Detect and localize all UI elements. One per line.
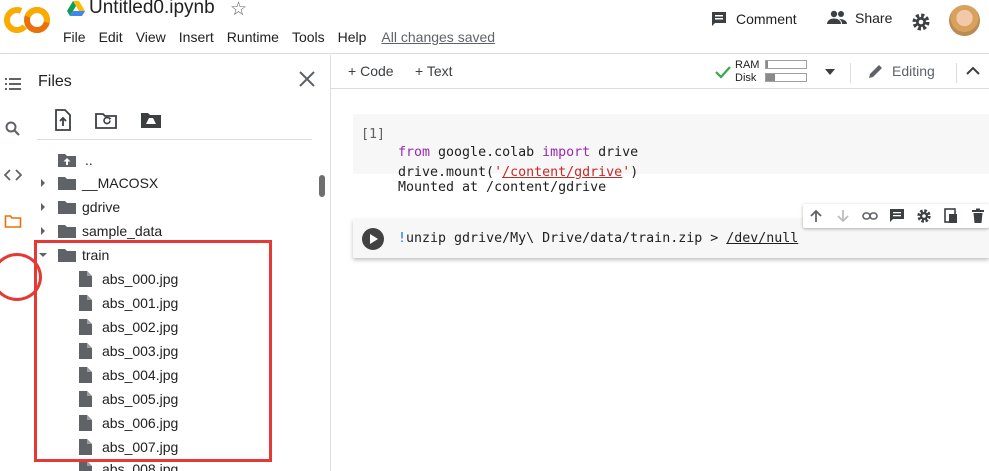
- execution-count: [1]: [361, 127, 386, 142]
- code-snippets-icon[interactable]: [4, 166, 22, 184]
- add-text-button[interactable]: + Text: [415, 63, 453, 79]
- file-name: abs_008.jpg: [102, 461, 179, 471]
- mirror-cell-icon[interactable]: [943, 208, 959, 224]
- menu-file[interactable]: File: [63, 29, 86, 45]
- share-label: Share: [855, 10, 893, 26]
- arrow-down-icon[interactable]: [835, 208, 851, 224]
- google-drive-icon: [67, 1, 85, 16]
- folder-icon[interactable]: [4, 212, 22, 230]
- tree-item-label: __MACOSX: [82, 175, 159, 191]
- menu-insert[interactable]: Insert: [179, 29, 214, 45]
- side-rail: [0, 55, 42, 471]
- colab-logo[interactable]: [4, 6, 50, 34]
- disk-meter: [765, 73, 807, 82]
- app-header: Untitled0.ipynb ☆ File Edit View Insert …: [0, 0, 989, 54]
- cell-output: Mounted at /content/gdrive: [398, 180, 607, 195]
- ram-meter: [765, 60, 807, 69]
- chevron-right-icon[interactable]: [38, 178, 48, 188]
- comment-icon[interactable]: [889, 208, 905, 224]
- plus-icon: +: [348, 63, 361, 79]
- code-shell-bang: !: [398, 231, 407, 246]
- close-icon[interactable]: [297, 69, 317, 89]
- share-button[interactable]: Share: [827, 10, 892, 26]
- checkmark-icon: [715, 66, 731, 79]
- tree-item-gdrive[interactable]: gdrive: [38, 195, 120, 219]
- folder-icon: [58, 200, 76, 214]
- add-code-label: Code: [360, 63, 394, 79]
- gear-icon[interactable]: [916, 208, 932, 224]
- cell-toolbar: [803, 204, 989, 228]
- menu-help[interactable]: Help: [338, 29, 367, 45]
- editing-mode-button[interactable]: Editing: [868, 63, 935, 79]
- tree-item-macosx[interactable]: __MACOSX: [38, 171, 158, 195]
- files-panel: Files .. __MACOSX gdrive sample_data tra…: [27, 55, 331, 471]
- file-icon: [79, 461, 92, 471]
- star-icon[interactable]: ☆: [230, 0, 247, 19]
- divider: [956, 63, 957, 83]
- gear-icon[interactable]: [911, 12, 931, 32]
- ram-meter-fill: [766, 61, 768, 68]
- tree-item-label: sample_data: [82, 223, 163, 239]
- refresh-folder-icon[interactable]: [95, 109, 117, 131]
- run-cell-button[interactable]: [362, 228, 384, 250]
- tree-item-label: ..: [85, 152, 93, 168]
- comment-icon: [712, 12, 726, 26]
- tree-item-parent[interactable]: ..: [58, 148, 93, 172]
- notebook-title[interactable]: Untitled0.ipynb: [89, 0, 215, 19]
- add-code-button[interactable]: + Code: [348, 63, 394, 79]
- play-icon: [370, 234, 378, 244]
- arrow-up-icon[interactable]: [808, 208, 824, 224]
- search-icon[interactable]: [4, 120, 22, 138]
- menu-bar: File Edit View Insert Runtime Tools Help…: [63, 29, 508, 45]
- menu-view[interactable]: View: [136, 29, 166, 45]
- divider: [37, 139, 312, 140]
- code-path-link[interactable]: /dev/null: [726, 231, 798, 246]
- ram-label: RAM: [735, 58, 760, 71]
- highlight-box: [34, 240, 272, 462]
- code-text: ): [630, 165, 639, 180]
- chevron-right-icon[interactable]: [38, 226, 48, 236]
- code-keyword: from: [398, 145, 431, 160]
- disk-label: Disk: [735, 71, 757, 84]
- tree-item-label: gdrive: [82, 199, 121, 215]
- save-status-link[interactable]: All changes saved: [381, 29, 495, 45]
- menu-edit[interactable]: Edit: [99, 29, 123, 45]
- tree-scrollbar[interactable]: [319, 175, 325, 197]
- comment-label: Comment: [736, 11, 797, 27]
- dropdown-arrow-icon[interactable]: [825, 69, 835, 75]
- pencil-icon: [869, 65, 882, 78]
- add-text-label: Text: [426, 63, 453, 79]
- divider: [850, 63, 851, 83]
- disk-meter-fill: [766, 74, 775, 81]
- menu-runtime[interactable]: Runtime: [227, 29, 279, 45]
- folder-icon: [58, 176, 76, 190]
- chevron-right-icon[interactable]: [38, 202, 48, 212]
- code-text: unzip gdrive/My\ Drive/data/train.zip >: [406, 231, 727, 246]
- menu-tools[interactable]: Tools: [292, 29, 325, 45]
- people-icon: [827, 10, 847, 24]
- plus-icon: +: [415, 63, 427, 79]
- folder-icon: [58, 224, 76, 238]
- upload-file-icon[interactable]: [52, 109, 74, 131]
- code-editor[interactable]: from google.colab import drive drive.mou…: [398, 123, 638, 183]
- code-text: drive: [590, 145, 639, 160]
- resource-monitor[interactable]: RAM Disk: [735, 58, 807, 84]
- files-panel-title: Files: [38, 73, 72, 90]
- code-editor[interactable]: !unzip gdrive/My\ Drive/data/train.zip >…: [398, 229, 798, 249]
- code-text: google.colab: [430, 145, 543, 160]
- link-icon[interactable]: [862, 208, 878, 224]
- avatar[interactable]: [949, 5, 980, 36]
- folder-up-icon: [58, 154, 76, 167]
- comment-button[interactable]: Comment: [710, 10, 797, 28]
- chevron-up-icon[interactable]: [966, 66, 980, 76]
- mount-drive-icon[interactable]: [140, 109, 162, 131]
- code-keyword: import: [542, 145, 591, 160]
- editing-label: Editing: [892, 63, 935, 79]
- notebook-toolbar: + Code + Text RAM Disk Editing: [331, 55, 989, 89]
- toc-icon[interactable]: [4, 75, 22, 93]
- trash-icon[interactable]: [970, 208, 986, 224]
- code-quote: ': [622, 165, 631, 180]
